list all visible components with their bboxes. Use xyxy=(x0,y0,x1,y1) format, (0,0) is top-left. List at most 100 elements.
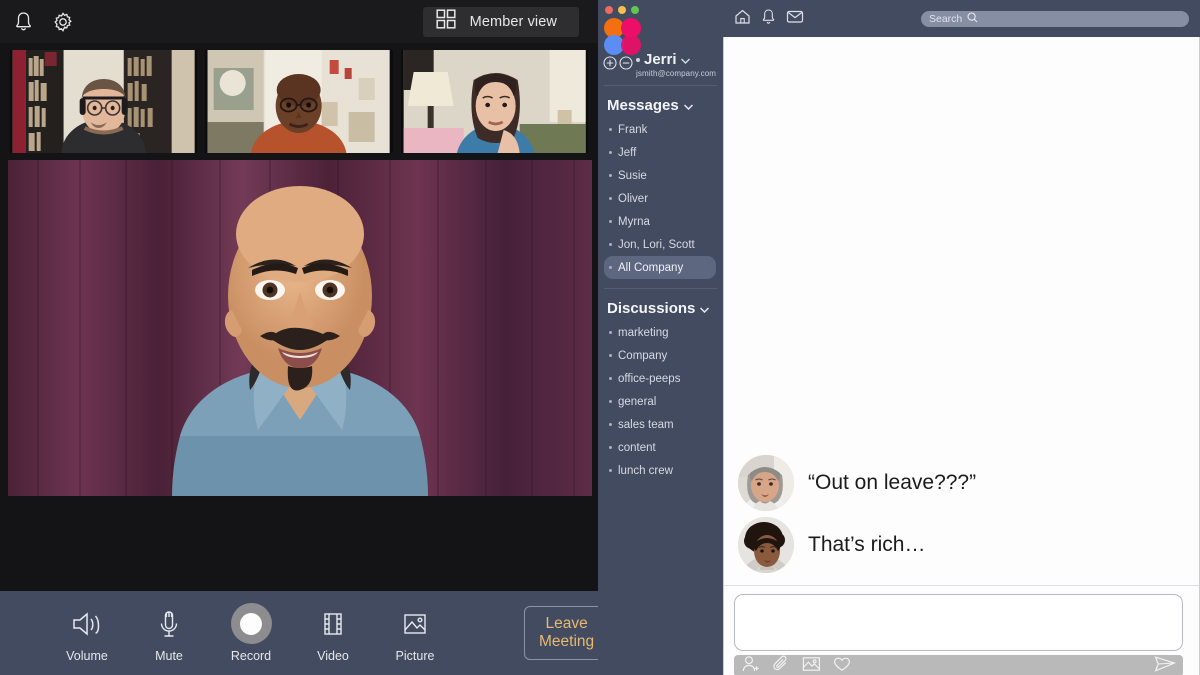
mute-label: Mute xyxy=(155,648,183,663)
video-label: Video xyxy=(317,648,349,663)
window-maximize-dot[interactable] xyxy=(631,6,639,14)
participant-thumbnail[interactable] xyxy=(205,50,393,153)
avatar[interactable] xyxy=(738,455,794,511)
bullet-icon xyxy=(609,331,612,334)
film-icon xyxy=(320,604,346,644)
mute-control[interactable]: Mute xyxy=(140,604,198,663)
messages-section-title[interactable]: Messages xyxy=(598,86,723,118)
composer-toolbar xyxy=(734,655,1183,675)
volume-control[interactable]: Volume xyxy=(58,604,116,663)
window-minimize-dot[interactable] xyxy=(618,6,626,14)
leave-meeting-button[interactable]: Leave Meeting xyxy=(524,606,610,660)
plus-circle-icon[interactable] xyxy=(603,56,617,75)
user-name-row: Jerri xyxy=(636,52,716,67)
bullet-icon xyxy=(609,469,612,472)
window-controls xyxy=(598,0,723,14)
bullet-icon xyxy=(609,423,612,426)
sidebar-item-myrna[interactable]: Myrna xyxy=(598,210,723,233)
bullet-icon xyxy=(609,220,612,223)
window-close-dot[interactable] xyxy=(605,6,613,14)
sidebar-item-oliver[interactable]: Oliver xyxy=(598,187,723,210)
chat-thread: “Out on leave???” That’s rich… xyxy=(723,37,1200,585)
active-speaker-video[interactable] xyxy=(8,160,592,496)
gear-icon[interactable] xyxy=(50,9,76,35)
sidebar-item-general[interactable]: general xyxy=(598,390,723,413)
bell-icon[interactable] xyxy=(761,8,776,30)
video-control[interactable]: Video xyxy=(304,604,362,663)
bullet-icon xyxy=(609,400,612,403)
meeting-top-bar: Member view xyxy=(0,0,598,43)
sidebar-item-susie[interactable]: Susie xyxy=(598,164,723,187)
picture-control[interactable]: Picture xyxy=(386,604,444,663)
sidebar-item-all-company[interactable]: All Company xyxy=(604,256,716,279)
sidebar-item-label: Company xyxy=(618,349,668,362)
sidebar-item-lunch-crew[interactable]: lunch crew xyxy=(598,459,723,482)
minus-circle-icon[interactable] xyxy=(619,56,633,75)
speaker-icon xyxy=(70,604,104,644)
bullet-icon xyxy=(609,243,612,246)
member-view-button[interactable]: Member view xyxy=(422,6,579,37)
sidebar-item-marketing[interactable]: marketing xyxy=(598,321,723,344)
record-control[interactable]: Record xyxy=(222,603,280,663)
bullet-icon xyxy=(609,354,612,357)
sidebar-item-sales-team[interactable]: sales team xyxy=(598,413,723,436)
chat-sidebar: Jerri jsmith@company.com Messages Frank … xyxy=(598,0,723,675)
sidebar-item-label: sales team xyxy=(618,418,674,431)
message-list: “Out on leave???” That’s rich… xyxy=(724,455,1199,579)
participant-thumbnail[interactable] xyxy=(10,50,198,153)
online-dot xyxy=(636,57,640,62)
list-item: That’s rich… xyxy=(738,517,1185,573)
volume-label: Volume xyxy=(66,648,108,663)
sidebar-item-content[interactable]: content xyxy=(598,436,723,459)
sidebar-item-label: marketing xyxy=(618,326,669,339)
sidebar-item-frank[interactable]: Frank xyxy=(598,118,723,141)
messages-section-label: Messages xyxy=(607,97,679,114)
message-text: “Out on leave???” xyxy=(808,471,977,494)
home-icon[interactable] xyxy=(734,8,751,30)
sidebar-item-label: general xyxy=(618,395,657,408)
message-panel-body: “Out on leave???” That’s rich… xyxy=(723,37,1200,675)
sidebar-item-label: office-peeps xyxy=(618,372,681,385)
sidebar-item-label: Jon, Lori, Scott xyxy=(618,238,695,251)
sidebar-item-jeff[interactable]: Jeff xyxy=(598,141,723,164)
sidebar-item-label: Myrna xyxy=(618,215,650,228)
chevron-down-icon[interactable] xyxy=(683,97,693,114)
message-composer xyxy=(723,585,1200,675)
message-panel: Search “Out on leave???” That’s rich… xyxy=(723,0,1200,675)
bullet-icon xyxy=(609,266,612,269)
sidebar-item-company[interactable]: Company xyxy=(598,344,723,367)
paperclip-icon[interactable] xyxy=(773,655,790,675)
bullet-icon xyxy=(609,197,612,200)
message-input[interactable] xyxy=(734,594,1183,651)
send-paperplane-icon[interactable] xyxy=(1154,655,1177,675)
microphone-icon xyxy=(156,604,182,644)
discussions-section-title[interactable]: Discussions xyxy=(598,289,723,321)
add-person-icon[interactable] xyxy=(741,655,761,675)
chevron-down-icon[interactable] xyxy=(680,52,690,67)
record-label: Record xyxy=(230,648,272,663)
sidebar-item-group[interactable]: Jon, Lori, Scott xyxy=(598,233,723,256)
participant-thumbnail[interactable] xyxy=(400,50,588,153)
picture-label: Picture xyxy=(395,648,435,663)
sidebar-item-label: lunch crew xyxy=(618,464,673,477)
user-name: Jerri xyxy=(644,51,677,68)
image-icon[interactable] xyxy=(802,656,821,675)
sidebar-item-office-peeps[interactable]: office-peeps xyxy=(598,367,723,390)
bell-icon[interactable] xyxy=(10,9,36,35)
sidebar-item-label: Susie xyxy=(618,169,647,182)
search-input[interactable]: Search xyxy=(921,10,1189,27)
bullet-icon xyxy=(609,377,612,380)
image-icon xyxy=(401,604,429,644)
avatar[interactable] xyxy=(738,517,794,573)
list-item: “Out on leave???” xyxy=(738,455,1185,511)
user-actions xyxy=(603,56,633,78)
message-text: That’s rich… xyxy=(808,533,926,556)
sidebar-item-label: Jeff xyxy=(618,146,637,159)
video-meeting-panel: Member view Volume Mute Record Video Pic… xyxy=(0,0,610,675)
bullet-icon xyxy=(609,128,612,131)
envelope-icon[interactable] xyxy=(786,9,804,29)
grid-icon xyxy=(435,8,457,35)
heart-icon[interactable] xyxy=(833,656,851,675)
user-meta: Jerri jsmith@company.com xyxy=(636,52,716,78)
chevron-down-icon[interactable] xyxy=(700,300,710,317)
